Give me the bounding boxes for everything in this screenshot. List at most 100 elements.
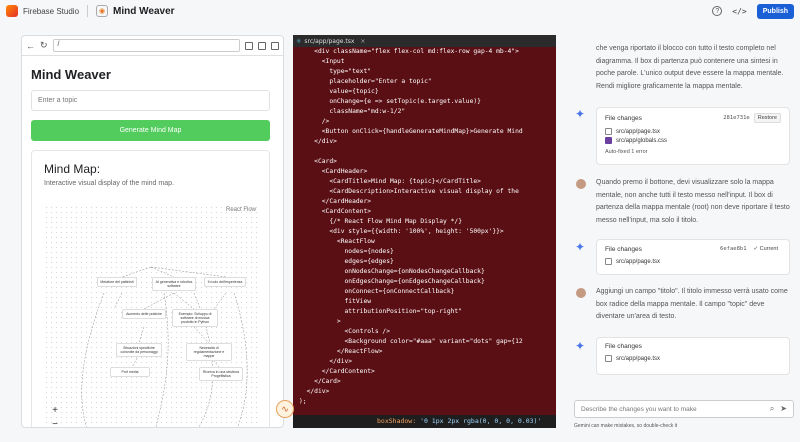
code-line[interactable]: onChange={e => setTopic(e.target.value)} xyxy=(299,97,556,107)
project-name[interactable]: Mind Weaver xyxy=(113,6,175,17)
css-file-icon xyxy=(605,137,612,144)
user-message: Aggiungi un campo "titolo". Il titolo im… xyxy=(596,288,788,320)
code-line[interactable]: <Card> xyxy=(299,157,556,167)
code-line[interactable]: <Input xyxy=(299,57,556,67)
url-field[interactable]: / xyxy=(52,39,240,52)
react-flow-canvas[interactable]: React Flow Metafore del pattinisti AI ge… xyxy=(44,205,258,427)
code-line[interactable]: ); xyxy=(299,397,556,407)
code-line[interactable]: <div style={{width: '100%', height: '500… xyxy=(299,227,556,237)
hint-value: '0 1px 2px rgba(0, 0, 0, 0.03)' xyxy=(420,417,542,425)
changed-file[interactable]: src/app/page.tsx xyxy=(605,128,781,135)
open-new-window-icon[interactable] xyxy=(258,41,266,50)
code-line[interactable]: /> xyxy=(299,117,556,127)
code-line[interactable]: <CardHeader> xyxy=(299,167,556,177)
edge xyxy=(138,326,145,344)
card-description: Interactive visual display of the mind m… xyxy=(44,180,174,187)
commit-hash: 6efae8b1 xyxy=(720,246,747,252)
mind-map-node[interactable]: Metafore del pattinisti xyxy=(97,277,137,288)
commit-hash: 281e731e xyxy=(723,115,750,121)
file-changes-card[interactable]: File changes 6efae8b1 ✓ Current src/app/… xyxy=(596,239,790,275)
code-line[interactable]: onConnect={onConnectCallback} xyxy=(299,287,556,297)
help-icon[interactable]: ? xyxy=(712,6,723,16)
code-line[interactable]: </div> xyxy=(299,137,556,147)
attach-icon[interactable]: ⌕ xyxy=(770,404,774,414)
zoom-out-icon[interactable]: − xyxy=(48,419,62,427)
code-line[interactable]: className="md:w-1/2" xyxy=(299,107,556,117)
code-line[interactable]: </div> xyxy=(299,387,556,397)
code-toggle-icon[interactable]: </> xyxy=(732,7,746,16)
current-badge: ✓ Current xyxy=(750,245,781,253)
file-changes-card[interactable]: File changes 281e731e Restore src/app/pa… xyxy=(596,107,790,165)
code-line[interactable]: <Background color="#aaa" variant="dots" … xyxy=(299,337,556,347)
code-line[interactable]: </CardHeader> xyxy=(299,197,556,207)
file-changes-title: File changes xyxy=(605,114,642,122)
code-line[interactable]: edges={edges} xyxy=(299,257,556,267)
reload-icon[interactable]: ↻ xyxy=(40,40,48,51)
code-line[interactable]: fitView xyxy=(299,297,556,307)
close-tab-icon[interactable]: × xyxy=(360,38,365,45)
edge xyxy=(113,292,123,310)
user-message: che venga riportato il blocco con tutto … xyxy=(596,45,784,90)
project-icon: ◉ xyxy=(96,5,109,17)
changed-file[interactable]: src/app/page.tsx xyxy=(605,355,781,362)
code-line[interactable]: type="text" xyxy=(299,67,556,77)
code-line[interactable]: </Card> xyxy=(299,377,556,387)
edge xyxy=(121,266,152,278)
code-line[interactable]: <CardContent> xyxy=(299,207,556,217)
code-line[interactable]: placeholder="Enter a topic" xyxy=(299,77,556,87)
edge xyxy=(213,292,227,310)
code-line[interactable]: </div> xyxy=(299,357,556,367)
changed-file[interactable]: src/app/page.tsx xyxy=(605,258,781,265)
react-file-icon: ⚛ xyxy=(296,37,302,45)
mind-map-node[interactable]: Necessità di regolamentazione e mappe xyxy=(186,343,232,362)
code-line[interactable]: nodes={nodes} xyxy=(299,247,556,257)
code-line[interactable]: onNodesChange={onNodesChangeCallback} xyxy=(299,267,556,277)
edge xyxy=(233,292,248,427)
code-line[interactable]: value={topic} xyxy=(299,87,556,97)
code-line[interactable]: onEdgesChange={onEdgesChangeCallback} xyxy=(299,277,556,287)
code-line[interactable] xyxy=(299,147,556,157)
mind-map-node[interactable]: Prof media xyxy=(110,367,150,378)
publish-button[interactable]: Publish xyxy=(756,3,794,19)
code-line[interactable]: </CardContent> xyxy=(299,367,556,377)
generate-mind-map-button[interactable]: Generate Mind Map xyxy=(31,120,270,141)
file-path: src/app/page.tsx xyxy=(616,128,661,135)
editor-tab-label: src/app/page.tsx xyxy=(304,37,355,45)
code-line[interactable]: <ReactFlow xyxy=(299,237,556,247)
mind-map-node[interactable]: Ricerca in una struttura Progettistica xyxy=(199,367,243,382)
gemini-sparkle-icon: ✦ xyxy=(575,339,586,353)
editor-hover-hint: boxShadow: '0 1px 2px rgba(0, 0, 0, 0.03… xyxy=(293,415,556,428)
device-icon[interactable] xyxy=(245,41,253,50)
topic-input[interactable]: Enter a topic xyxy=(31,90,270,111)
code-line[interactable]: attributionPosition="top-right" xyxy=(299,307,556,317)
code-line[interactable]: {/* React Flow Mind Map Display */} xyxy=(299,217,556,227)
code-line[interactable]: <CardTitle>Mind Map: {topic}</CardTitle> xyxy=(299,177,556,187)
edge xyxy=(173,292,195,310)
code-line[interactable]: <CardDescription>Interactive visual disp… xyxy=(299,187,556,197)
mind-map-node[interactable]: AI generativa e robotics software xyxy=(152,277,196,292)
code-line[interactable]: > xyxy=(299,317,556,327)
mind-map-node[interactable]: Aumento delle pratiche xyxy=(122,309,166,320)
card-title: Mind Map: xyxy=(44,162,101,176)
file-path: src/app/globals.css xyxy=(616,137,668,144)
gemini-floating-icon[interactable]: ∿ xyxy=(276,400,294,418)
chat-prompt-input[interactable]: Describe the changes you want to make ⌕ ➤ xyxy=(574,400,794,418)
mind-map-node[interactable]: Il ruolo dell'esperienza xyxy=(204,277,246,288)
code-line[interactable]: </ReactFlow> xyxy=(299,347,556,357)
code-content[interactable]: <div className="flex flex-col md:flex-ro… xyxy=(293,47,556,407)
send-icon[interactable]: ➤ xyxy=(780,404,787,414)
changed-file[interactable]: src/app/globals.css xyxy=(605,137,781,144)
code-editor[interactable]: ⚛ src/app/page.tsx × <div className="fle… xyxy=(293,35,556,428)
mind-map-node[interactable]: Situazioni specifiche coinvolte da perso… xyxy=(116,343,162,358)
back-arrow-icon[interactable]: ← xyxy=(26,41,35,51)
fullscreen-icon[interactable] xyxy=(271,41,279,50)
code-line[interactable]: <Button onClick={handleGenerateMindMap}>… xyxy=(299,127,556,137)
editor-tab[interactable]: ⚛ src/app/page.tsx × xyxy=(293,35,556,47)
restore-button[interactable]: Restore xyxy=(753,113,781,123)
mind-map-node[interactable]: Esempio: Sviluppo di software di musica … xyxy=(172,309,218,328)
zoom-in-icon[interactable]: + xyxy=(48,405,62,417)
code-line[interactable]: <Controls /> xyxy=(299,327,556,337)
file-changes-card[interactable]: File changes src/app/page.tsx xyxy=(596,337,790,375)
code-line[interactable]: <div className="flex flex-col md:flex-ro… xyxy=(299,47,556,57)
file-changes-title: File changes xyxy=(605,343,642,350)
